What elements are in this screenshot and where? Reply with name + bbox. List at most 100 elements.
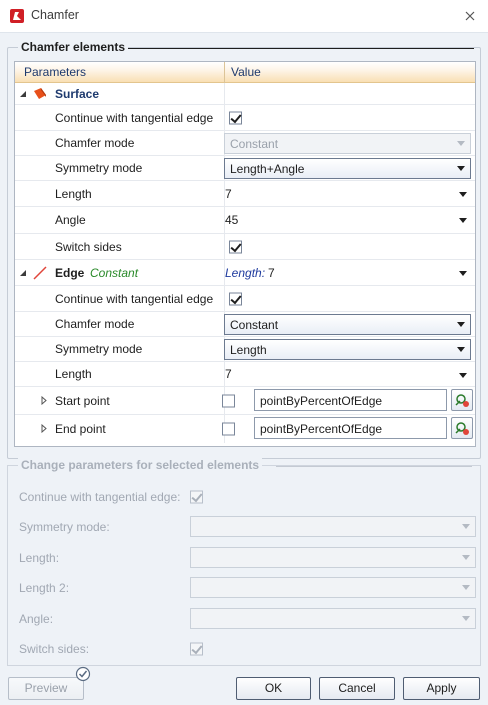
change-length2-label: Length 2: [19,581,70,595]
end-point-row: End point pointByPercentOfEdge [15,415,475,443]
edge-length-value[interactable]: 7 [225,367,232,381]
edge-continue-label: Continue with tangential edge [55,291,214,306]
edge-node-row[interactable]: Edge Constant Length: 7 [15,260,475,286]
change-continue-checkbox [190,490,203,504]
edge-chamfer-mode-label: Chamfer mode [55,317,135,331]
group-title-rule [128,48,474,49]
surface-continue-row: Continue with tangential edge [15,105,475,131]
change-parameters-title: Change parameters for selected elements [18,458,263,472]
grid-header: Parameters Value [15,62,475,83]
end-point-label: End point [55,422,106,436]
change-symmetry-label: Symmetry mode: [19,520,110,534]
expand-arrow-icon[interactable] [41,424,47,433]
surface-switch-row: Switch sides [15,234,475,260]
surface-switch-checkbox[interactable] [229,240,242,253]
title-bar: Chamfer [0,0,488,32]
end-point-checkbox[interactable] [222,422,235,436]
collapse-arrow-icon[interactable] [19,90,27,98]
dropdown-arrow-icon [457,141,465,146]
surface-length-label: Length [55,186,92,201]
start-point-row: Start point pointByPercentOfEdge [15,387,475,415]
length-dropdown-arrow-icon[interactable] [459,192,467,197]
surface-angle-row: Angle 45 [15,207,475,234]
group-title-rule [276,466,472,467]
pick-point-icon [455,422,469,435]
start-point-checkbox[interactable] [222,394,235,407]
header-value: Value [231,65,261,79]
change-switch-checkbox [190,642,203,656]
surface-symmetry-value: Length+Angle [230,162,305,176]
parameters-grid: Parameters Value Surface Continue with t… [14,61,476,447]
pick-point-icon [455,394,469,407]
change-parameters-group: Change parameters for selected elements … [7,458,481,666]
edge-icon [33,266,47,280]
ok-button[interactable]: OK [236,677,311,700]
edge-summary-label: Length: [225,265,266,280]
surface-length-row: Length 7 [15,181,475,207]
surface-switch-label: Switch sides [55,239,122,254]
surface-icon [34,88,46,99]
edge-symmetry-value: Length [230,343,267,357]
edge-continue-row: Continue with tangential edge [15,286,475,312]
edge-summary-dropdown-arrow-icon[interactable] [459,271,467,276]
edge-symmetry-label: Symmetry mode [55,342,143,356]
dropdown-arrow-icon[interactable] [457,322,465,327]
dropdown-arrow-icon [462,524,470,529]
edge-summary-value[interactable]: 7 [268,266,275,280]
surface-chamfer-mode-value: Constant [230,137,279,151]
dropdown-arrow-icon[interactable] [457,347,465,352]
collapse-arrow-icon[interactable] [19,269,27,277]
edge-length-label: Length [55,367,92,381]
apply-button[interactable]: Apply [403,677,480,700]
change-continue-label: Continue with tangential edge: [19,490,181,504]
edge-chamfer-mode-row: Chamfer mode Constant [15,312,475,337]
edge-label: Edge [55,265,85,280]
edge-mode-tag: Constant [90,265,139,280]
change-length-label: Length: [19,551,60,565]
edge-chamfer-mode-select[interactable]: Constant [224,314,471,335]
preview-button[interactable]: Preview [8,677,84,700]
surface-chamfer-mode-label: Chamfer mode [55,136,135,150]
expand-arrow-icon[interactable] [41,396,47,405]
start-point-label: Start point [55,393,110,408]
dialog-client: Chamfer elements Parameters Value Surfac… [0,32,488,705]
edge-length-row: Length 7 [15,362,475,387]
surface-angle-value[interactable]: 45 [225,213,238,227]
surface-label: Surface [55,86,100,101]
edge-continue-checkbox[interactable] [229,292,242,305]
surface-chamfer-mode-row: Chamfer mode Constant [15,131,475,156]
surface-length-value[interactable]: 7 [225,187,232,201]
angle-dropdown-arrow-icon[interactable] [459,218,467,223]
change-angle-select [190,608,476,629]
change-symmetry-select [190,516,476,537]
edge-length-dropdown-arrow-icon[interactable] [459,373,467,378]
surface-symmetry-label: Symmetry mode [55,161,143,175]
surface-continue-checkbox[interactable] [229,111,242,124]
surface-continue-label: Continue with tangential edge [55,110,214,125]
header-parameters: Parameters [24,65,87,79]
preview-check-icon [75,666,91,682]
surface-chamfer-mode-select: Constant [224,133,471,154]
edge-symmetry-row: Symmetry mode Length [15,337,475,362]
chamfer-elements-title: Chamfer elements [18,40,129,54]
change-switch-label: Switch sides: [19,642,90,656]
change-angle-label: Angle: [19,612,54,626]
dropdown-arrow-icon[interactable] [457,166,465,171]
end-point-field[interactable]: pointByPercentOfEdge [254,417,447,439]
surface-node-row[interactable]: Surface [15,83,475,105]
surface-symmetry-select[interactable]: Length+Angle [224,158,471,179]
surface-angle-label: Angle [55,213,86,227]
start-point-pick-button[interactable] [451,389,473,411]
dropdown-arrow-icon [462,585,470,590]
dropdown-arrow-icon [462,555,470,560]
edge-symmetry-select[interactable]: Length [224,339,471,360]
start-point-field[interactable]: pointByPercentOfEdge [254,389,447,411]
start-point-value: pointByPercentOfEdge [260,394,383,408]
close-button[interactable] [456,4,484,28]
app-logo-icon [10,9,24,23]
change-length-select [190,547,476,568]
end-point-value: pointByPercentOfEdge [260,422,383,436]
close-icon [465,11,475,21]
cancel-button[interactable]: Cancel [319,677,395,700]
end-point-pick-button[interactable] [451,417,473,439]
